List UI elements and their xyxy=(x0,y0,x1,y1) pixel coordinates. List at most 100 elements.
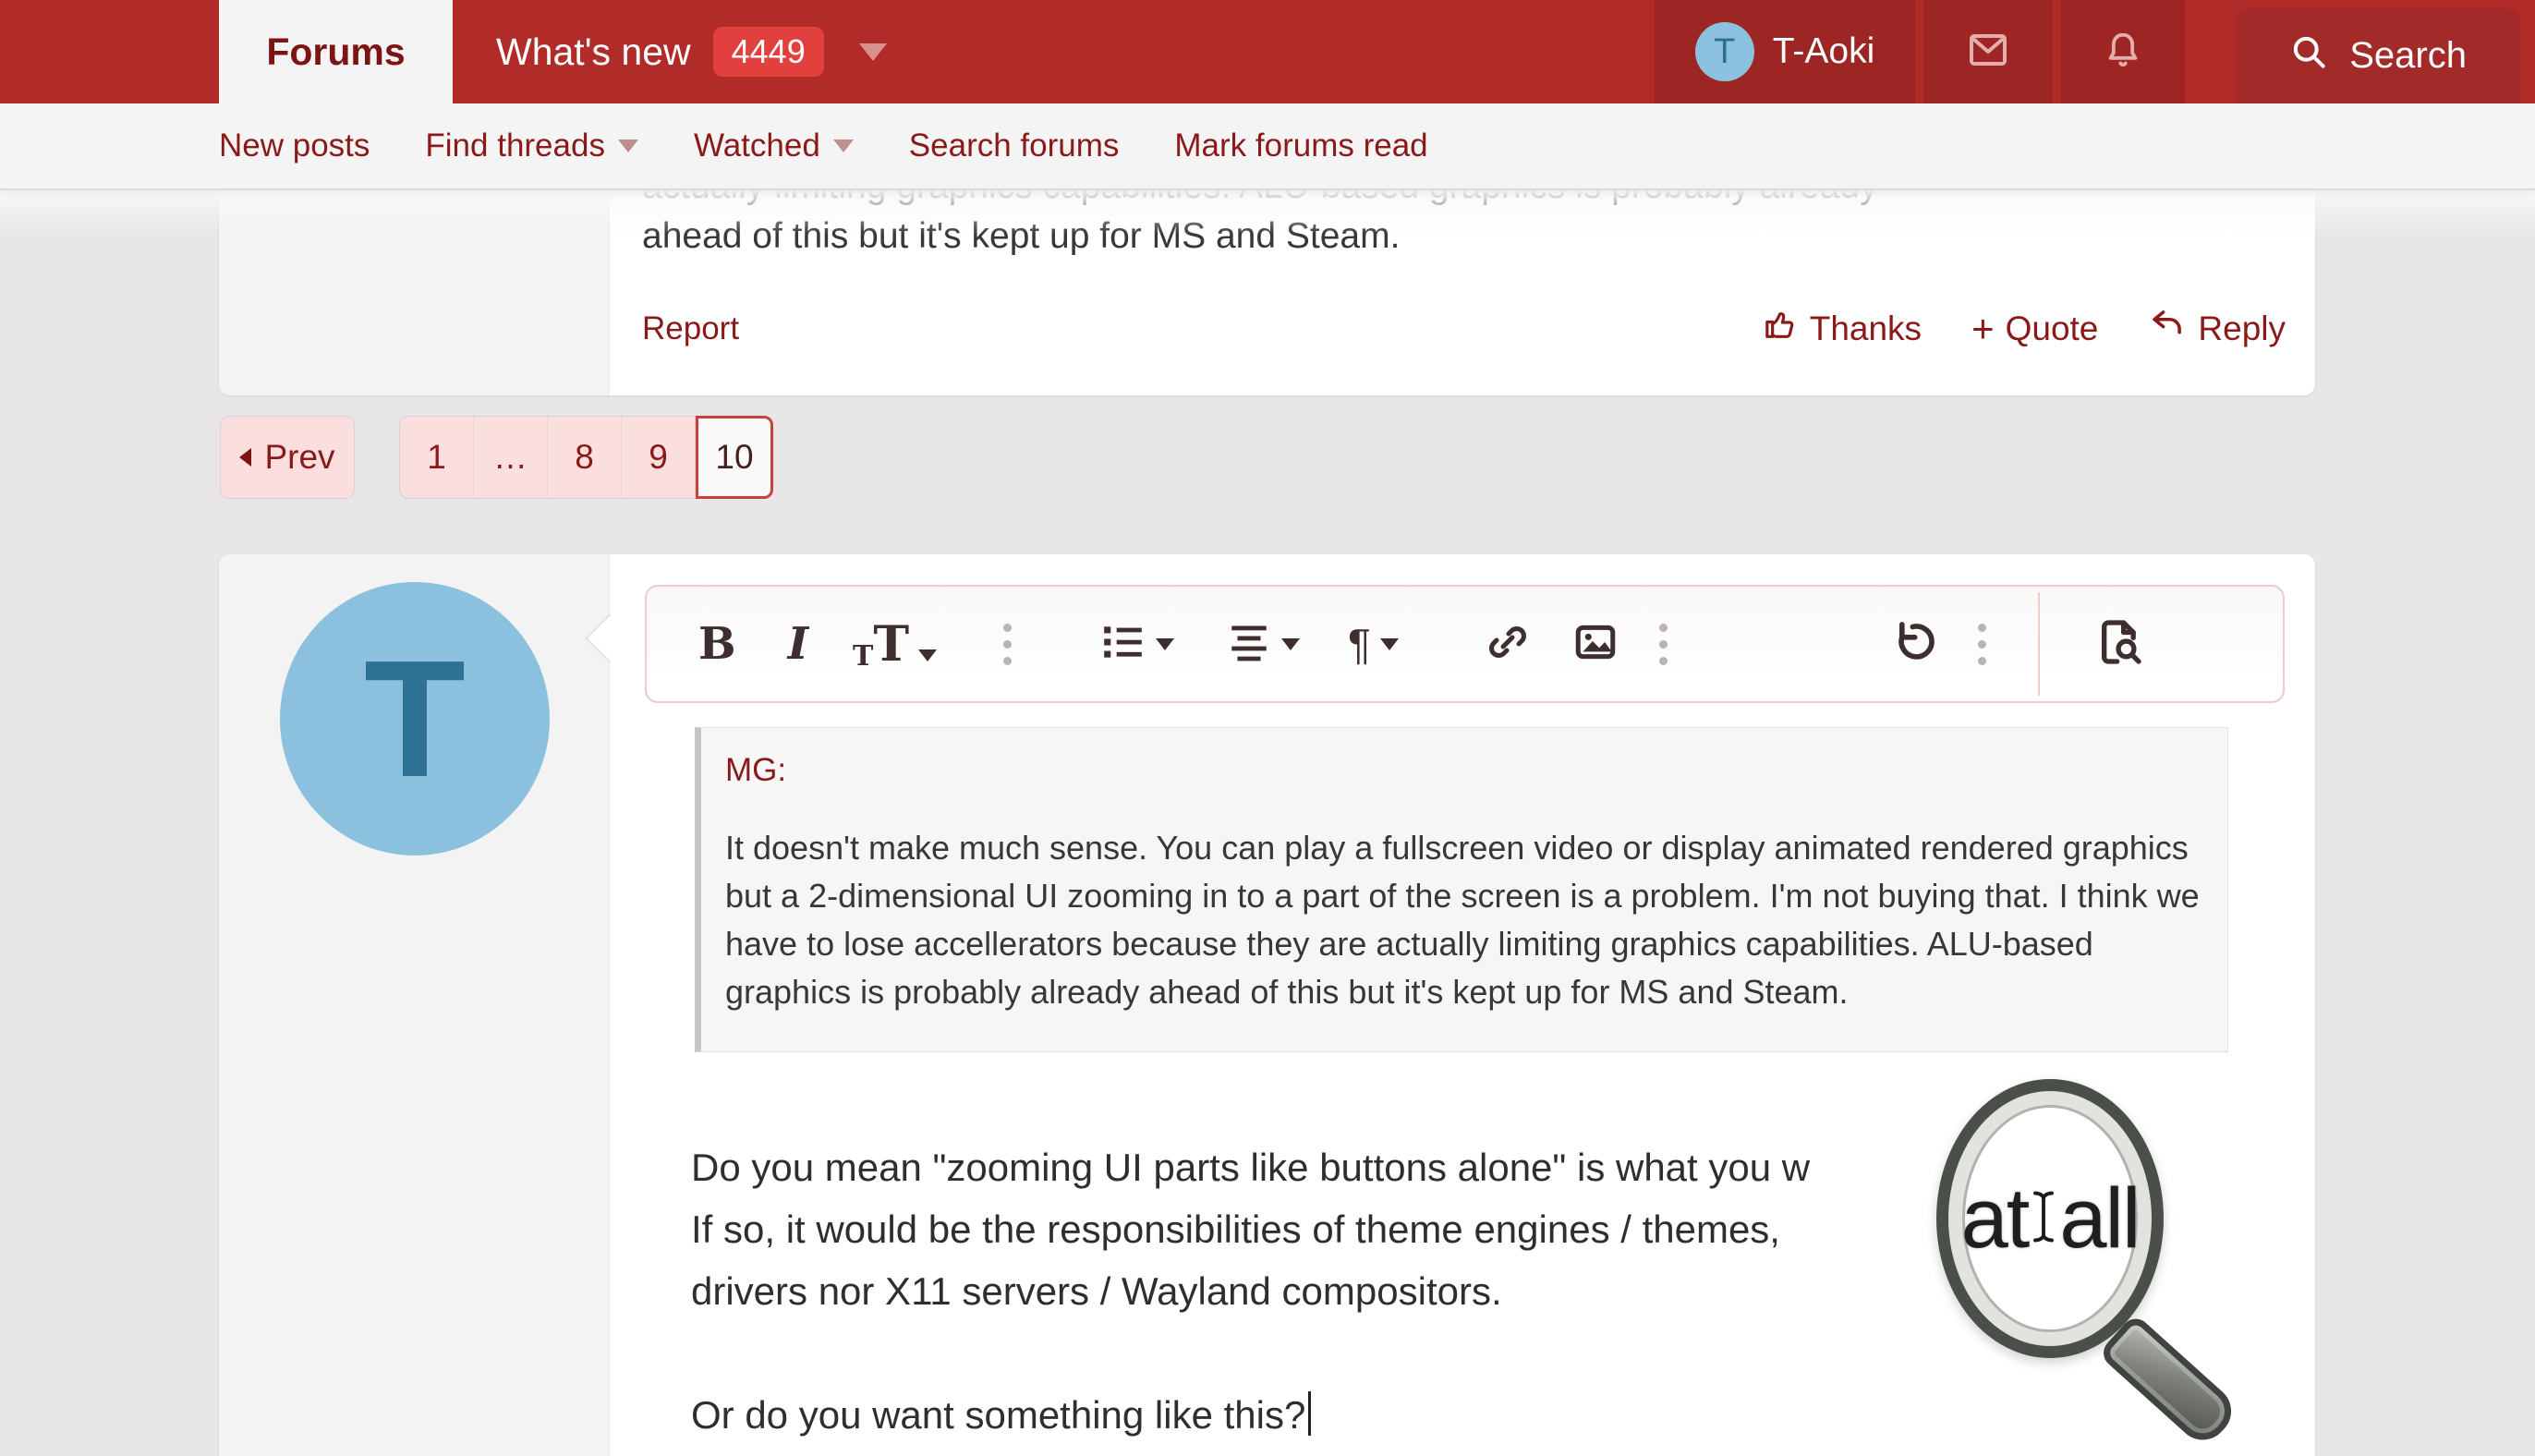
subnav-label: Find threads xyxy=(425,127,605,164)
quote-body-text: It doesn't make much sense. You can play… xyxy=(725,824,2200,1016)
avatar: T xyxy=(1695,22,1754,81)
more-history-options-button[interactable] xyxy=(1978,624,1986,665)
insert-image-button[interactable] xyxy=(1572,619,1619,670)
page-number-group: 1 … 8 9 10 xyxy=(399,416,773,499)
reply-line: Do you mean "zooming UI parts like butto… xyxy=(691,1136,2188,1198)
editor-author-cell: T xyxy=(219,554,610,1456)
subnav-label: Watched xyxy=(694,127,820,164)
post-actions: Thanks + Quote Reply xyxy=(1762,305,2286,352)
post-author-cell xyxy=(219,190,610,395)
chevron-down-icon xyxy=(1281,638,1300,650)
subnav-item-find-threads[interactable]: Find threads xyxy=(397,127,666,164)
italic-icon: I xyxy=(788,618,808,670)
font-size-button[interactable]: T T xyxy=(853,616,937,673)
editor-message-cell: B I T T xyxy=(611,554,2315,1456)
page-button-1[interactable]: 1 xyxy=(400,417,474,498)
subnav-label: Search forums xyxy=(909,127,1120,164)
chevron-down-icon[interactable] xyxy=(859,43,887,61)
search-icon xyxy=(2288,31,2329,81)
preview-icon xyxy=(2093,616,2145,673)
thanks-label: Thanks xyxy=(1810,309,1922,348)
alignment-button[interactable] xyxy=(1226,619,1300,670)
inbox-button[interactable] xyxy=(1923,0,2053,103)
main-header: Forums What's new 4449 T T-Aoki xyxy=(0,0,2535,103)
subnav-item-search-forums[interactable]: Search forums xyxy=(881,127,1147,164)
user-menu[interactable]: T T-Aoki xyxy=(1655,0,1916,103)
reply-text-area[interactable]: Do you mean "zooming UI parts like butto… xyxy=(691,1136,2188,1446)
chevron-down-icon xyxy=(918,649,937,661)
subnav-item-watched[interactable]: Watched xyxy=(666,127,881,164)
reply-line: drivers nor X11 servers / Wayland compos… xyxy=(691,1260,2188,1322)
page-button-10-current[interactable]: 10 xyxy=(696,416,773,499)
avatar[interactable]: T xyxy=(280,582,550,855)
bold-button[interactable]: B xyxy=(698,618,736,670)
undo-icon xyxy=(1887,618,1935,671)
post-text: actually limiting graphics capabilities.… xyxy=(642,190,2213,207)
italic-button[interactable]: I xyxy=(788,618,808,670)
pagination: Prev 1 … 8 9 10 xyxy=(220,416,773,499)
insert-link-button[interactable] xyxy=(1486,620,1530,669)
link-icon xyxy=(1486,620,1530,669)
subnav-item-mark-forums-read[interactable]: Mark forums read xyxy=(1146,127,1455,164)
quote-author-label: MG: xyxy=(725,752,2200,789)
subnav-item-new-posts[interactable]: New posts xyxy=(219,127,397,164)
forum-page: Forums What's new 4449 T T-Aoki xyxy=(0,0,2535,1456)
post-text: ahead of this but it's kept up for MS an… xyxy=(642,216,1400,257)
editor-toolbar: B I T T xyxy=(645,585,2285,703)
page-button-9[interactable]: 9 xyxy=(622,417,696,498)
page-gap-ellipsis[interactable]: … xyxy=(474,417,548,498)
reply-button[interactable]: Reply xyxy=(2148,305,2286,352)
prev-label: Prev xyxy=(264,438,334,477)
search-button[interactable]: Search xyxy=(2235,8,2520,103)
post-message-cell: actually limiting graphics capabilities.… xyxy=(611,190,2315,395)
header-account-area: T T-Aoki xyxy=(1646,0,2535,103)
chevron-down-icon xyxy=(1156,638,1174,650)
quote-label: Quote xyxy=(2006,309,2099,348)
reply-line-text: Or do you want something like this? xyxy=(691,1393,1305,1437)
search-label: Search xyxy=(2349,35,2467,77)
thanks-button[interactable]: Thanks xyxy=(1762,306,1922,351)
bell-icon xyxy=(2102,28,2144,77)
quote-button[interactable]: + Quote xyxy=(1971,309,2098,348)
chevron-down-icon xyxy=(1380,638,1399,650)
subnav-label: New posts xyxy=(219,127,370,164)
more-text-options-button[interactable] xyxy=(1003,624,1012,665)
text-caret xyxy=(1308,1391,1311,1436)
list-icon xyxy=(1100,619,1146,670)
envelope-icon xyxy=(1964,28,2012,77)
paragraph-format-button[interactable]: ¶ xyxy=(1348,619,1399,669)
undo-button[interactable] xyxy=(1887,618,1935,671)
thumbs-up-icon xyxy=(1762,306,1799,351)
tab-whats-new[interactable]: What's new 4449 xyxy=(496,0,887,103)
plus-icon: + xyxy=(1971,309,1995,348)
image-icon xyxy=(1572,619,1619,670)
report-link[interactable]: Report xyxy=(642,310,739,347)
avatar-letter: T xyxy=(1714,32,1735,72)
alerts-button[interactable] xyxy=(2061,0,2185,103)
page-button-8[interactable]: 8 xyxy=(548,417,622,498)
bold-icon: B xyxy=(698,618,736,670)
quote-block: MG: It doesn't make much sense. You can … xyxy=(695,727,2228,1052)
reply-line xyxy=(691,1322,2188,1384)
username-label: T-Aoki xyxy=(1773,31,1875,72)
whats-new-label: What's new xyxy=(496,30,691,74)
toolbar-divider xyxy=(2038,592,2040,696)
chevron-down-icon xyxy=(618,140,638,152)
reply-editor-card: T B I T T xyxy=(219,554,2315,1456)
prev-page-button[interactable]: Prev xyxy=(220,416,355,499)
forums-tab-label: Forums xyxy=(266,30,405,74)
tab-forums[interactable]: Forums xyxy=(219,0,453,103)
reply-line: Or do you want something like this? xyxy=(691,1384,2188,1446)
reply-arrow-icon xyxy=(2148,305,2187,352)
unordered-list-button[interactable] xyxy=(1100,619,1174,670)
reply-line: If so, it would be the responsibilities … xyxy=(691,1198,2188,1260)
post-card: actually limiting graphics capabilities.… xyxy=(219,190,2315,395)
preview-button[interactable] xyxy=(2093,616,2145,673)
whats-new-count-badge: 4449 xyxy=(713,27,824,77)
left-triangle-icon xyxy=(239,448,251,467)
subnav-label: Mark forums read xyxy=(1174,127,1427,164)
font-size-icon: T xyxy=(853,640,873,673)
sub-navigation: New posts Find threads Watched Search fo… xyxy=(0,103,2535,189)
more-insert-options-button[interactable] xyxy=(1659,624,1668,665)
paragraph-icon: ¶ xyxy=(1348,619,1371,669)
